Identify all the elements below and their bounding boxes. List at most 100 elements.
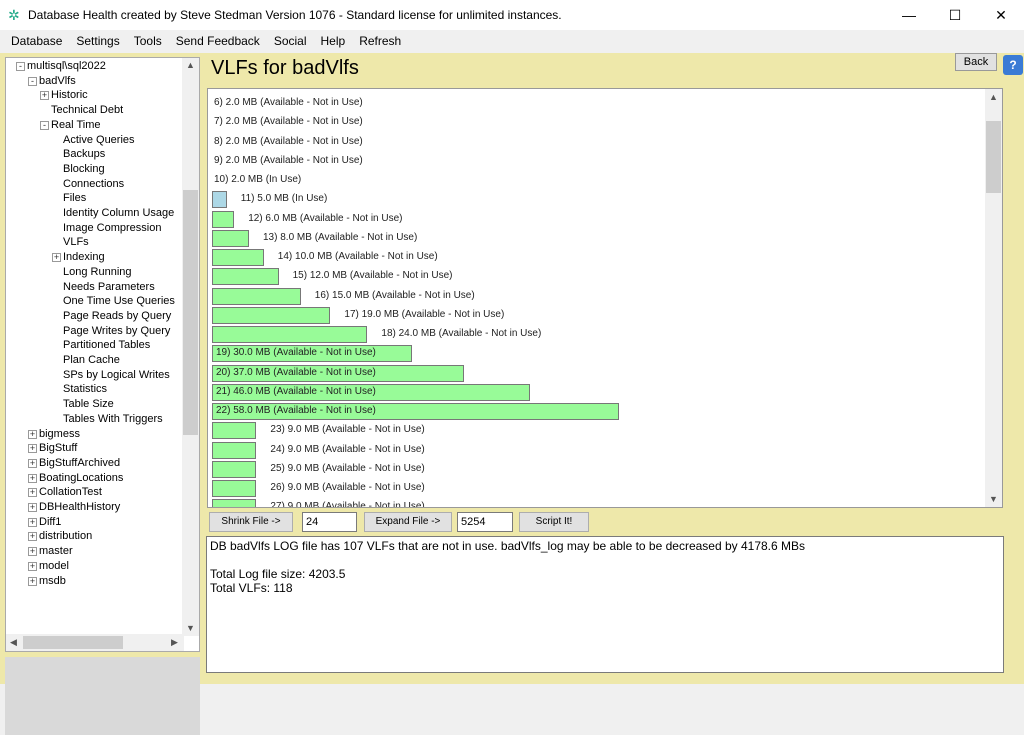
tree-item[interactable]: Connections — [63, 177, 124, 191]
lower-panel — [5, 657, 200, 735]
scroll-thumb[interactable] — [183, 190, 198, 435]
scroll-right-icon[interactable]: ▶ — [171, 637, 178, 648]
tree-item[interactable]: + bigmess — [28, 427, 80, 441]
tree-item[interactable]: Identity Column Usage — [63, 206, 174, 220]
tree-item[interactable]: + msdb — [28, 574, 66, 588]
tree-item-label: Partitioned Tables — [63, 339, 151, 352]
tree-item[interactable]: + CollationTest — [28, 485, 102, 499]
menu-help[interactable]: Help — [314, 34, 353, 48]
vlf-list[interactable]: 27) 9.0 MB (Available - Not in Use) 26) 9… — [207, 88, 1003, 508]
tree-item[interactable]: - Real Time — [40, 118, 101, 132]
shrink-size-input[interactable]: 24 — [302, 512, 357, 532]
tree-item[interactable]: + distribution — [28, 529, 92, 543]
maximize-button[interactable]: ☐ — [932, 0, 978, 30]
tree-item[interactable]: One Time Use Queries — [63, 294, 175, 308]
tree-vertical-scrollbar[interactable]: ▲ ▼ — [182, 58, 199, 636]
expand-icon[interactable]: + — [28, 488, 37, 498]
expand-icon[interactable]: + — [28, 547, 37, 557]
vlf-label: 8) 2.0 MB (Available - Not in Use) — [214, 135, 363, 147]
tree-item[interactable]: + BoatingLocations — [28, 471, 123, 485]
expand-icon[interactable]: + — [28, 517, 37, 527]
scroll-down-icon[interactable]: ▼ — [186, 623, 195, 633]
help-book-icon[interactable]: ? — [1003, 55, 1023, 75]
menu-bar: Database Settings Tools Send Feedback Social… — [0, 30, 1024, 51]
tree-item[interactable]: - badVlfs — [28, 74, 76, 88]
collapse-icon[interactable]: - — [40, 120, 49, 130]
expand-icon[interactable]: + — [28, 429, 37, 439]
menu-refresh[interactable]: Refresh — [352, 34, 408, 48]
tree-item[interactable]: Needs Parameters — [63, 280, 155, 294]
vlf-bar — [212, 441, 257, 459]
tree-item[interactable]: Technical Debt — [51, 103, 123, 117]
expand-icon[interactable]: + — [28, 576, 37, 586]
script-it-button[interactable]: Script It! — [519, 512, 589, 532]
close-button[interactable]: ✕ — [978, 0, 1024, 30]
tree-item[interactable]: + model — [28, 559, 69, 573]
tree-item[interactable]: Blocking — [63, 162, 105, 176]
scroll-left-icon[interactable]: ◀ — [10, 637, 17, 648]
database-tree[interactable]: + msdb + model + master + distribution + Diff1 + DB… — [5, 57, 200, 652]
tree-item[interactable]: + BigStuff — [28, 441, 77, 455]
expand-icon[interactable]: + — [28, 503, 37, 512]
scroll-up-icon[interactable]: ▲ — [989, 92, 998, 102]
vlf-label: 24) 9.0 MB (Available - Not in Use) — [270, 443, 425, 455]
menu-settings[interactable]: Settings — [69, 34, 126, 48]
tree-item[interactable]: VLFs — [63, 235, 89, 249]
back-button[interactable]: Back — [955, 53, 997, 71]
expand-file-button[interactable]: Expand File -> — [364, 512, 452, 532]
tree-item[interactable]: Active Queries — [63, 133, 135, 147]
menu-social[interactable]: Social — [267, 34, 314, 48]
scroll-down-icon[interactable]: ▼ — [989, 494, 998, 504]
scroll-thumb[interactable] — [23, 636, 123, 649]
tree-item[interactable]: Tables With Triggers — [63, 412, 163, 426]
shrink-file-button[interactable]: Shrink File -> — [209, 512, 293, 532]
tree-item[interactable]: Page Writes by Query — [63, 324, 170, 338]
menu-database[interactable]: Database — [4, 34, 69, 48]
expand-icon[interactable]: + — [52, 253, 61, 263]
tree-item-label: Statistics — [63, 383, 108, 396]
collapse-icon[interactable]: - — [28, 76, 37, 86]
vlf-label: 20) 37.0 MB (Available - Not in Use) — [216, 366, 376, 378]
tree-item[interactable]: Page Reads by Query — [63, 309, 171, 323]
tree-item[interactable]: + Historic — [40, 88, 88, 102]
expand-icon[interactable]: + — [28, 473, 37, 483]
tree-item[interactable]: + BigStuffArchived — [28, 456, 120, 470]
collapse-icon[interactable]: - — [16, 62, 25, 71]
expand-icon[interactable]: + — [28, 532, 37, 542]
expand-icon[interactable]: + — [40, 91, 49, 101]
tree-item-label: msdb — [39, 574, 66, 587]
vlf-label: 27) 9.0 MB (Available - Not in Use) — [270, 501, 425, 508]
output-textbox[interactable]: DB badVlfs LOG file has 107 VLFs that ar… — [206, 536, 1004, 673]
tree-item[interactable]: Long Running — [63, 265, 132, 279]
menu-tools[interactable]: Tools — [127, 34, 169, 48]
tree-item-label: DBHealthHistory — [39, 501, 121, 513]
vlf-bar — [212, 460, 257, 478]
tree-item-label: Identity Column Usage — [63, 207, 175, 219]
tree-item[interactable]: - multisql\sql2022 — [16, 59, 106, 73]
vlf-label: 15) 12.0 MB (Available - Not in Use) — [292, 270, 453, 282]
tree-item[interactable]: Image Compression — [63, 221, 161, 235]
tree-item[interactable]: Table Size — [63, 397, 114, 411]
expand-icon[interactable]: + — [28, 458, 37, 468]
tree-item[interactable]: + Diff1 — [28, 515, 61, 529]
scroll-thumb[interactable] — [986, 121, 1001, 193]
scroll-up-icon[interactable]: ▲ — [186, 60, 195, 70]
tree-item[interactable]: Partitioned Tables — [63, 338, 150, 352]
tree-item[interactable]: + Indexing — [52, 250, 105, 264]
tree-item[interactable]: Plan Cache — [63, 353, 120, 367]
expand-icon[interactable]: + — [28, 561, 37, 571]
tree-item[interactable]: Files — [63, 191, 86, 205]
tree-horizontal-scrollbar[interactable]: ◀ ▶ — [6, 634, 184, 651]
vlf-label: 13) 8.0 MB (Available - Not in Use) — [263, 231, 418, 243]
minimize-button[interactable]: — — [886, 0, 932, 30]
tree-item[interactable]: Statistics — [63, 382, 107, 396]
expand-icon[interactable]: + — [28, 444, 37, 454]
tree-item[interactable]: + DBHealthHistory — [28, 500, 120, 514]
tree-item-label: Real Time — [51, 118, 101, 131]
tree-item[interactable]: + master — [28, 544, 73, 558]
expand-size-input[interactable]: 5254 — [457, 512, 513, 532]
vlf-list-scrollbar[interactable]: ▲ ▼ — [985, 89, 1002, 507]
menu-send-feedback[interactable]: Send Feedback — [169, 34, 267, 48]
tree-item[interactable]: SPs by Logical Writes — [63, 368, 170, 382]
tree-item[interactable]: Backups — [63, 147, 105, 161]
